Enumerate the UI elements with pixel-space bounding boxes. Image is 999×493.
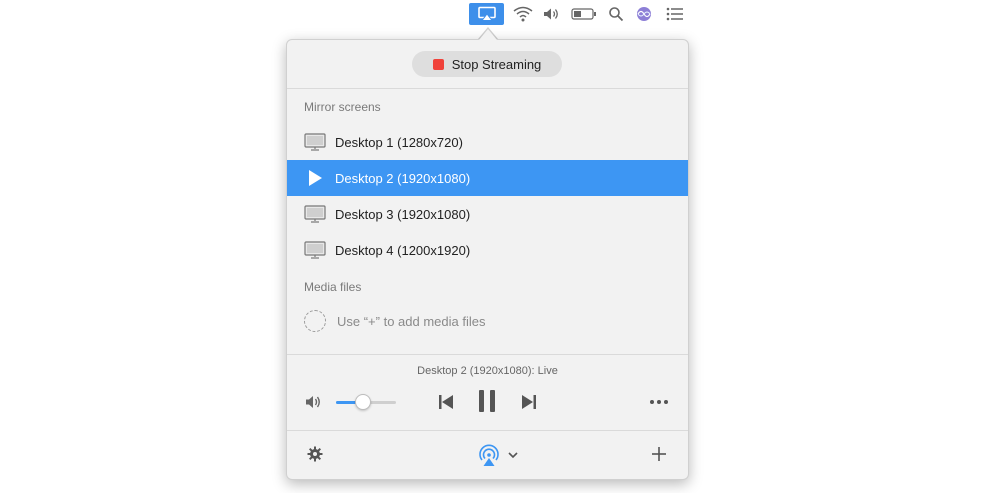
- play-icon: [304, 168, 330, 188]
- battery-icon: [571, 8, 596, 20]
- volume-slider[interactable]: [336, 394, 397, 410]
- screen-item-label: Desktop 3 (1920x1080): [335, 206, 471, 222]
- volume-slider-knob[interactable]: [355, 394, 371, 410]
- airplay-popover: Stop Streaming Mirror screens Desktop 1 …: [286, 39, 689, 480]
- screen-item-desktop-2[interactable]: Desktop 2 (1920x1080): [287, 160, 688, 196]
- search-icon: [609, 7, 624, 22]
- pause-icon: [479, 390, 495, 412]
- menubar-wifi[interactable]: [511, 3, 535, 25]
- monitor-icon: [304, 240, 330, 260]
- more-icon: [650, 400, 668, 404]
- airplay-receiver-button[interactable]: [475, 442, 521, 468]
- add-media-button[interactable]: [650, 445, 668, 463]
- menubar-airplay-button[interactable]: [469, 3, 504, 25]
- menubar-volume[interactable]: [541, 3, 563, 25]
- menubar-search[interactable]: [606, 3, 626, 25]
- monitor-icon: [304, 204, 330, 224]
- media-files-header: Media files: [304, 280, 362, 294]
- pause-button[interactable]: [476, 387, 498, 415]
- screen-item-desktop-4[interactable]: Desktop 4 (1200x1920): [287, 232, 688, 268]
- popover-arrow: [479, 29, 497, 40]
- divider: [287, 88, 688, 89]
- settings-button[interactable]: [306, 445, 324, 463]
- chevron-down-icon: [508, 452, 518, 459]
- menubar-notification-center[interactable]: [663, 3, 687, 25]
- screen-item-label: Desktop 4 (1200x1920): [335, 242, 471, 258]
- divider: [287, 430, 688, 431]
- monitor-icon: [304, 132, 330, 152]
- media-files-placeholder: Use “+” to add media files: [287, 306, 688, 336]
- menubar-siri[interactable]: [634, 3, 654, 25]
- media-hint-text: Use “+” to add media files: [337, 313, 486, 329]
- screen-item-desktop-3[interactable]: Desktop 3 (1920x1080): [287, 196, 688, 232]
- list-icon: [666, 7, 683, 21]
- airplay-icon: [477, 6, 496, 21]
- gear-icon: [307, 446, 323, 462]
- stop-streaming-button[interactable]: Stop Streaming: [412, 51, 562, 77]
- airplay-audio-icon: [479, 444, 499, 466]
- screen-item-desktop-1[interactable]: Desktop 1 (1280x720): [287, 124, 688, 160]
- empty-media-icon: [304, 310, 326, 332]
- screen-item-label: Desktop 2 (1920x1080): [335, 170, 471, 186]
- divider: [287, 354, 688, 355]
- volume-icon[interactable]: [304, 392, 324, 412]
- more-options-button[interactable]: [648, 392, 670, 412]
- siri-icon: [637, 7, 651, 21]
- plus-icon: [652, 447, 666, 461]
- menubar-battery[interactable]: [570, 3, 598, 25]
- next-button[interactable]: [519, 391, 539, 413]
- now-playing-status: Desktop 2 (1920x1080): Live: [417, 365, 558, 377]
- volume-icon: [544, 8, 558, 20]
- wifi-icon: [513, 6, 533, 22]
- stop-streaming-label: Stop Streaming: [451, 56, 542, 72]
- stop-icon: [432, 58, 444, 70]
- screen-item-label: Desktop 1 (1280x720): [335, 134, 463, 150]
- skip-forward-icon: [522, 395, 536, 409]
- skip-back-icon: [439, 395, 453, 409]
- previous-button[interactable]: [436, 391, 456, 413]
- mirror-screens-header: Mirror screens: [304, 100, 381, 114]
